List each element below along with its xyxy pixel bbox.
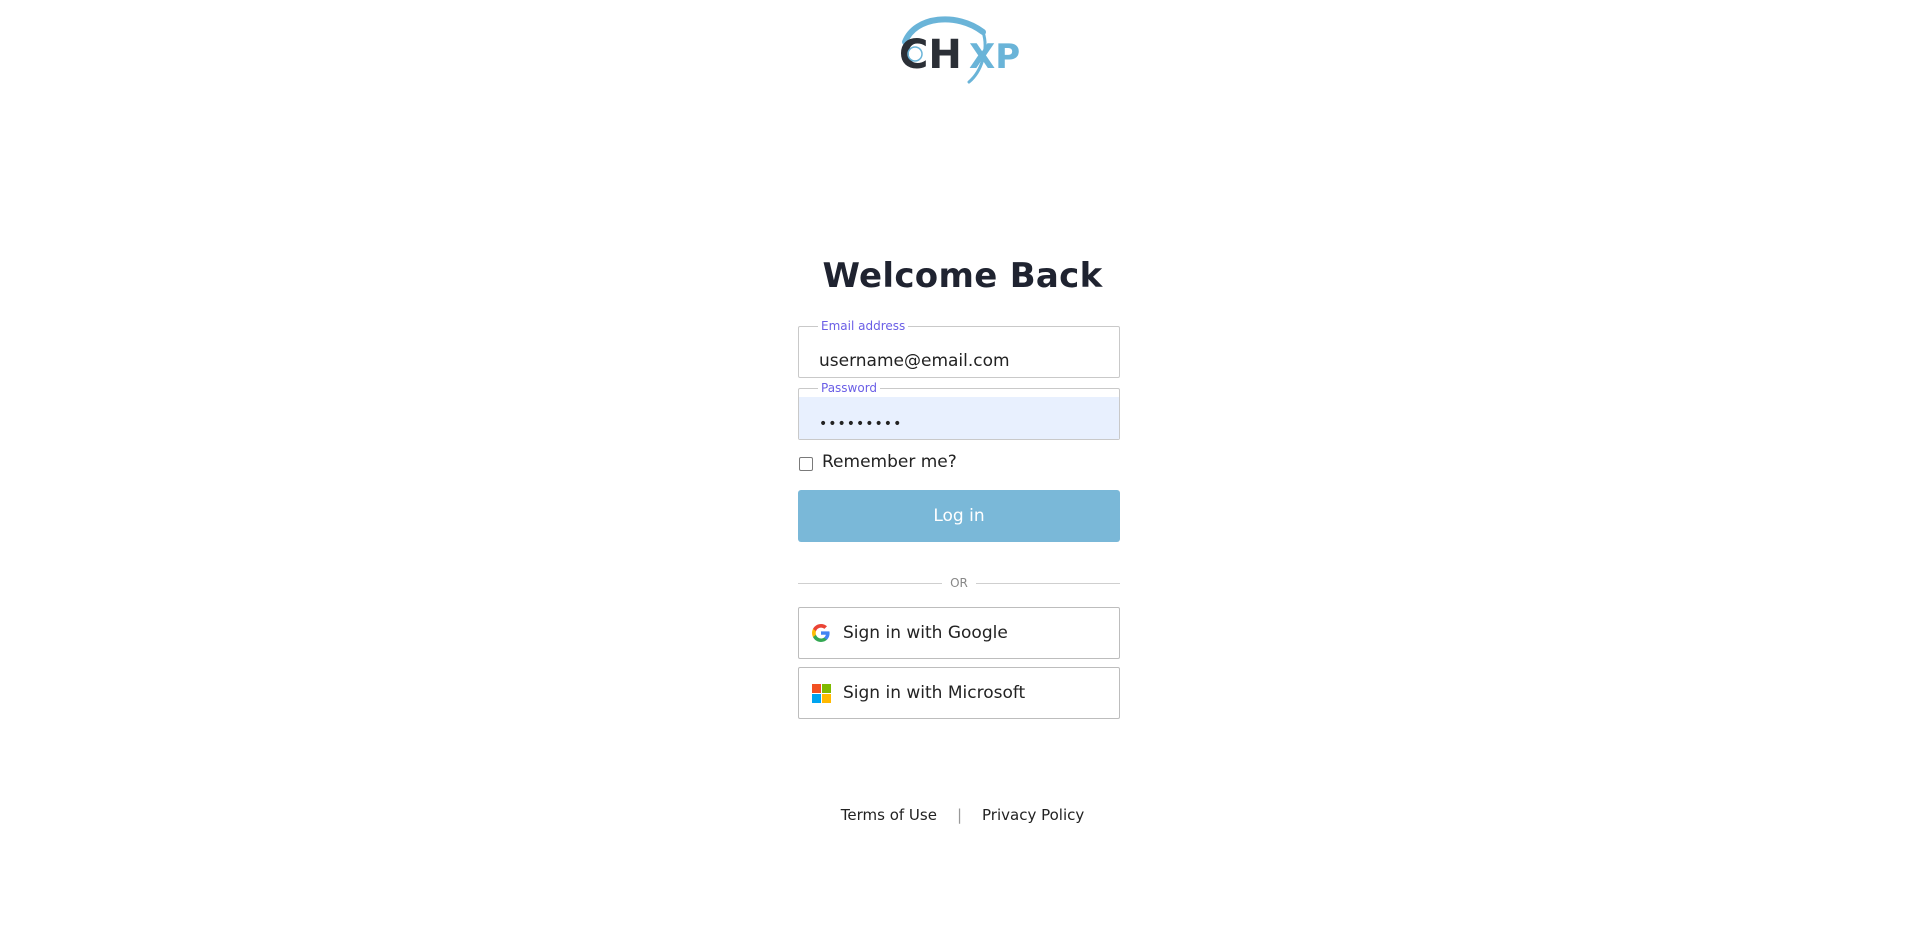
- microsoft-signin-label: Sign in with Microsoft: [843, 683, 1026, 703]
- google-signin-label: Sign in with Google: [843, 623, 1008, 643]
- divider-line-left: [798, 582, 943, 584]
- password-field[interactable]: Password •••••••••: [798, 381, 1120, 440]
- email-field[interactable]: Email address username@email.com: [798, 319, 1120, 378]
- email-input[interactable]: username@email.com: [819, 351, 1010, 371]
- email-field-label: Email address: [818, 319, 909, 333]
- footer-separator: |: [956, 806, 963, 824]
- or-divider: OR: [798, 575, 1121, 591]
- remember-me-checkbox[interactable]: [799, 457, 813, 471]
- google-icon: [811, 623, 831, 643]
- divider-line-right: [975, 582, 1121, 584]
- svg-text:XP: XP: [969, 37, 1020, 77]
- brand-logo: CH XP: [897, 10, 1021, 88]
- page-title: Welcome Back: [822, 256, 1103, 296]
- login-page: CH XP Welcome Back Email address usernam…: [0, 0, 1905, 952]
- divider-label: OR: [950, 576, 968, 590]
- login-button[interactable]: Log in: [798, 490, 1120, 542]
- microsoft-icon: [811, 683, 831, 703]
- password-input[interactable]: •••••••••: [819, 414, 902, 434]
- privacy-policy-link[interactable]: Privacy Policy: [982, 806, 1084, 824]
- footer-links: Terms of Use | Privacy Policy: [0, 806, 1905, 824]
- terms-of-use-link[interactable]: Terms of Use: [841, 806, 937, 824]
- google-signin-button[interactable]: Sign in with Google: [798, 607, 1120, 659]
- password-field-label: Password: [818, 381, 881, 395]
- remember-me[interactable]: Remember me?: [799, 451, 957, 473]
- microsoft-signin-button[interactable]: Sign in with Microsoft: [798, 667, 1120, 719]
- remember-me-label[interactable]: Remember me?: [822, 452, 957, 472]
